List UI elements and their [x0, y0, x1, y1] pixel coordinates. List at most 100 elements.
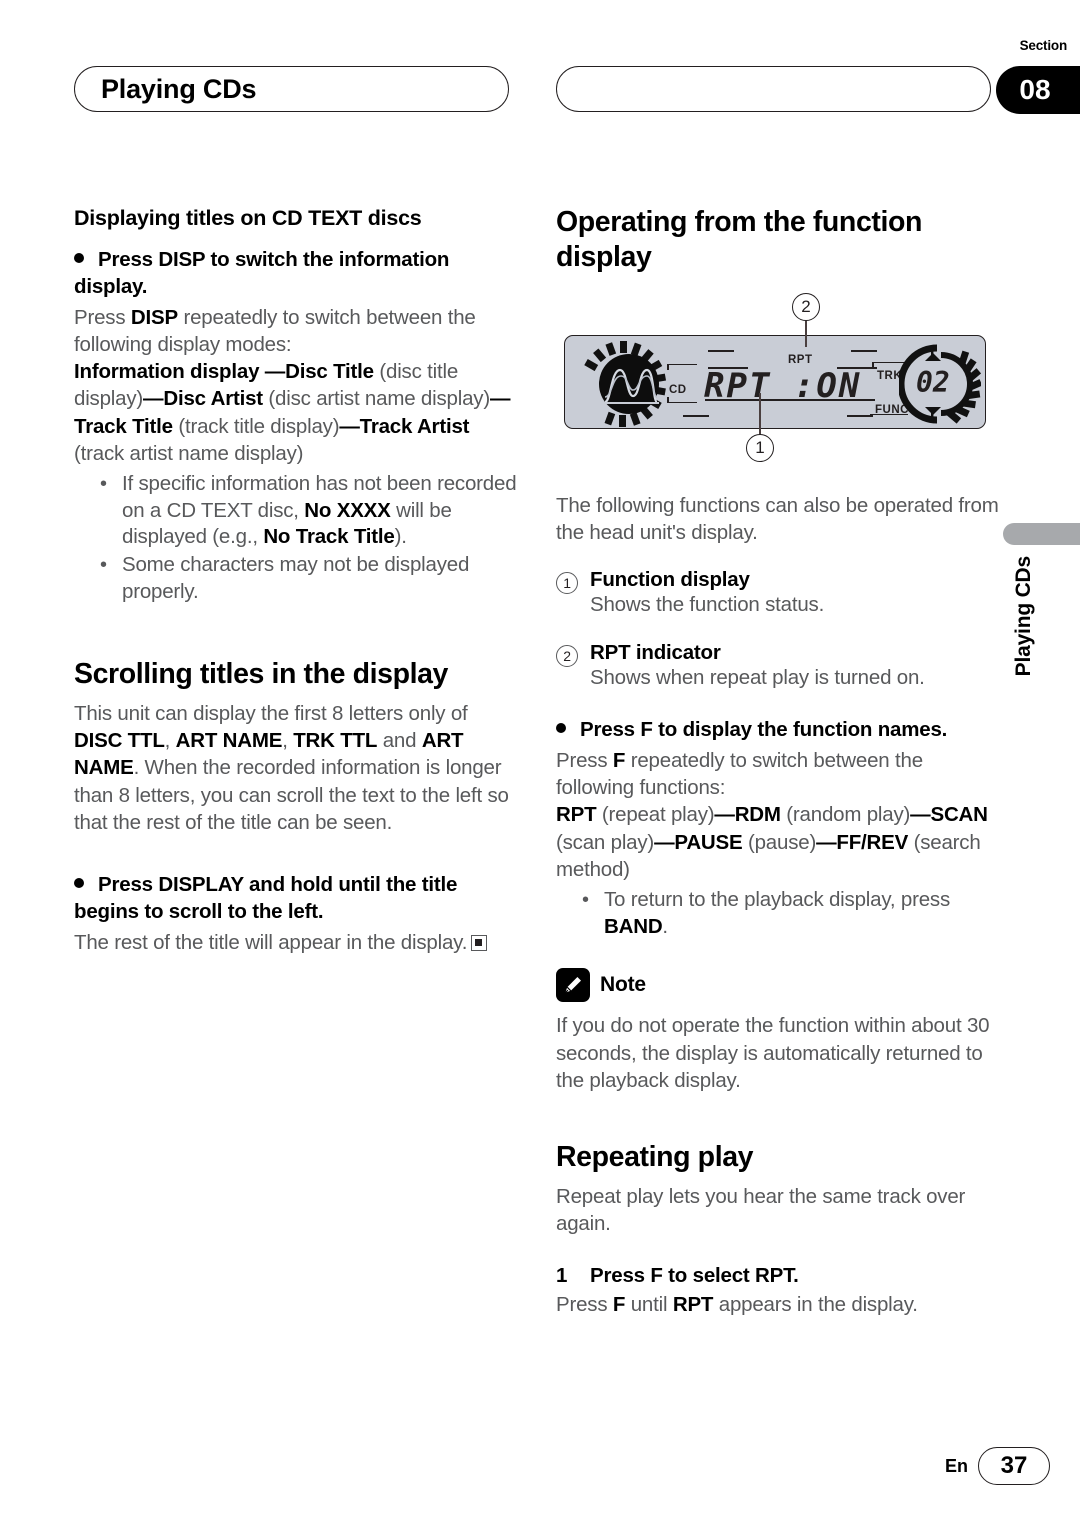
bullet-dot-icon — [74, 253, 84, 264]
bullet-dot-icon — [74, 878, 84, 889]
manual-page: Playing CDs Section 08 Displaying titles… — [0, 0, 1080, 1529]
mode-track-artist: Track Artist — [359, 414, 470, 438]
lcd-bracket-bottom-tick — [667, 396, 669, 403]
para-rest-of-title: The rest of the title will appear in the… — [74, 929, 517, 956]
bullet-1-bold: No XXXX — [304, 498, 391, 522]
callout-entry-2: 2 RPT indicator Shows when repeat play is… — [556, 641, 999, 692]
para-press-disp: Press DISP repeatedly to switch between … — [74, 304, 517, 359]
step-1-title: Press F to select RPT. — [590, 1263, 799, 1287]
mode-dash-2: — — [143, 387, 164, 411]
heading-scrolling-titles: Scrolling titles in the display — [74, 658, 449, 691]
note-block: Note If you do not operate the function … — [556, 968, 999, 1094]
lcd-dash-top-1 — [708, 349, 734, 352]
function-rpt: RPT — [556, 803, 597, 827]
callout-marker-1: 1 — [746, 433, 774, 462]
scroll-d: . When the recorded information is longe… — [74, 756, 509, 834]
heading-repeating-play: Repeating play — [556, 1141, 754, 1174]
step-1-number: 1 — [556, 1263, 568, 1287]
side-tab-label: Playing CDs — [1012, 556, 1035, 677]
callout-entry-2-head: 2 RPT indicator — [556, 641, 999, 667]
head-unit-panel: CD RPT RPT :ON TRK FUNC 02 — [564, 334, 986, 429]
lcd-main-readout: RPT :ON — [704, 365, 862, 406]
para-disp-key: DISP — [130, 305, 178, 329]
mode-dash-3: — — [489, 387, 511, 411]
pencil-icon — [556, 968, 590, 1003]
notes-list-band: To return to the playback display, press… — [556, 887, 999, 940]
callout-line-1 — [759, 392, 761, 435]
step-1-a: Press — [556, 1292, 613, 1316]
callout-line-2 — [805, 320, 807, 347]
para-scrolling: This unit can display the first 8 letter… — [74, 700, 517, 836]
function-rdm-desc: (random play) — [780, 803, 911, 827]
mode-track-artist-desc: (track artist name display) — [74, 441, 304, 465]
para-function-list: RPT (repeat play)—RDM (random play)—SCAN… — [556, 801, 999, 883]
para-disp-a: Press — [74, 305, 131, 329]
step-1-key-rpt: RPT — [672, 1292, 714, 1316]
function-scan-desc: (scan play) — [556, 830, 655, 854]
lcd-bracket-bottom — [667, 401, 697, 404]
heading-displaying-titles: Displaying titles on CD TEXT discs — [74, 206, 422, 230]
bullet-2-pre: Some characters may not be displayed pro… — [122, 552, 470, 603]
page-title: Playing CDs — [101, 73, 257, 104]
step-1-e: appears in the display. — [713, 1292, 918, 1316]
heading-operating-function-display: Operating from the function display — [556, 206, 923, 273]
mode-disc-title: Disc Title — [285, 360, 374, 383]
lead-press-display-hold-text: Press DISPLAY and hold until the title b… — [74, 873, 458, 923]
list-item: To return to the playback display, press… — [556, 887, 999, 940]
page-footer: En 37 — [0, 1447, 1080, 1487]
note-label: Note — [600, 973, 646, 997]
para-step-1: Press F until RPT appears in the display… — [556, 1291, 999, 1318]
mode-dash-1: — — [264, 360, 286, 383]
function-pause: PAUSE — [674, 830, 743, 854]
function-scan: SCAN — [930, 803, 988, 827]
step-1-key-f: F — [612, 1292, 626, 1316]
callout-entry-1-title: Function display — [590, 568, 750, 592]
page-header: Playing CDs Section 08 — [0, 38, 1080, 122]
scroll-sep-1: , — [164, 729, 176, 753]
para-press-f: Press F repeatedly to switch between the… — [556, 747, 999, 802]
function-pause-desc: (pause) — [742, 830, 817, 854]
circle-number-2: 2 — [556, 644, 578, 667]
bullet-1-bold2: No Track Title — [263, 525, 395, 549]
lcd-bracket-top — [667, 363, 697, 366]
scroll-sep-2: , — [282, 729, 294, 753]
section-label: Section — [1019, 38, 1068, 53]
circle-number-1: 1 — [556, 572, 578, 595]
mode-track-title-desc: (track title display) — [172, 414, 340, 438]
lcd-label-rpt: RPT — [788, 353, 813, 366]
bullet-dot-icon — [556, 723, 566, 734]
mode-disc-artist-desc: (disc artist name display) — [262, 387, 490, 411]
lcd-track-number: 02 — [916, 365, 950, 399]
para-display-modes: Information display —Disc Title (disc ti… — [74, 358, 517, 467]
head-unit-illustration: 2 1 CD RPT RPT:ON TRK FUNC 02 — [556, 292, 999, 468]
callout-entry-1-desc: Shows the function status. — [590, 593, 825, 617]
lead-press-disp: Press DISP to switch the information dis… — [74, 247, 517, 300]
step-1-head: 1 Press F to select RPT. — [556, 1264, 999, 1288]
step-1-c: until — [625, 1292, 673, 1316]
mode-track-title: Track Title — [74, 414, 173, 438]
para-intro-functions: The following functions can also be oper… — [556, 493, 999, 544]
function-rpt-desc: (repeat play) — [596, 803, 715, 827]
lead-press-display-hold: Press DISPLAY and hold until the title b… — [74, 872, 517, 925]
bullet-1-post: ). — [394, 525, 407, 549]
scroll-c: and — [377, 729, 422, 753]
right-column: Operating from the function display 2 1 — [556, 205, 999, 1318]
mode-dash-4: — — [339, 414, 360, 438]
lcd-bracket-trk-tick — [872, 361, 874, 368]
notes-list-cdtext: If specific information has not been rec… — [74, 471, 517, 605]
footer-language: En — [944, 1456, 968, 1476]
side-tab-bar — [1003, 523, 1080, 545]
scroll-disc-ttl: DISC TTL — [74, 729, 165, 753]
callout-entry-2-desc: Shows when repeat play is turned on. — [590, 665, 925, 689]
rest-of-title-text: The rest of the title will appear in the… — [74, 930, 468, 954]
function-ffrev: FF/REV — [836, 830, 909, 854]
note-text: If you do not operate the function withi… — [556, 1014, 990, 1092]
band-bullet-pre: To return to the playback display, press — [604, 888, 950, 912]
end-of-topic-icon — [471, 934, 488, 951]
function-sep-2: — — [910, 803, 931, 827]
lead-press-f: Press F to display the function names. — [556, 717, 999, 744]
lead-press-f-text: Press F to display the function names. — [580, 718, 948, 742]
lcd-dash-top-3 — [851, 349, 877, 352]
footer-page-number: 37 — [978, 1447, 1050, 1485]
function-sep-1: — — [714, 803, 735, 827]
